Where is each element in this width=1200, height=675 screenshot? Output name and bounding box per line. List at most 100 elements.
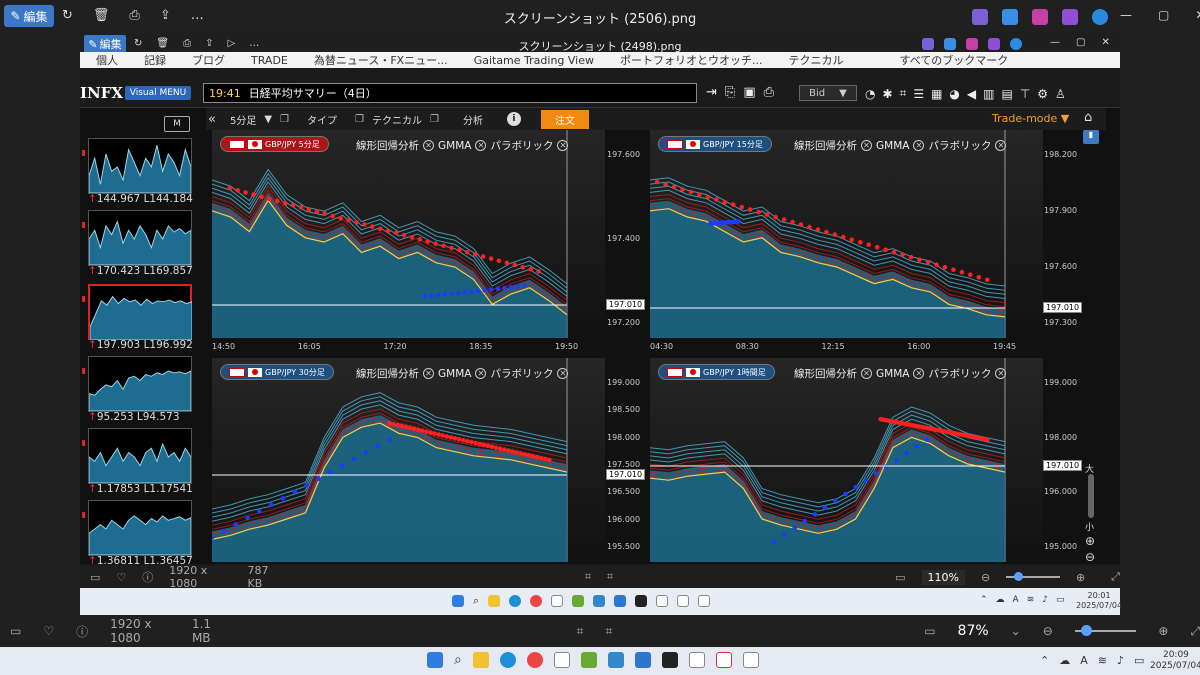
bookmark-item: テクニカル — [788, 54, 844, 67]
price-chart — [212, 358, 605, 562]
clock[interactable]: 20:09 2025/07/04 — [1150, 650, 1200, 672]
indicator-list: 線形回帰分析 ✕ GMMA ✕ パラボリック ✕ — [794, 366, 1007, 381]
ocr-icon: ⌗ — [606, 570, 614, 583]
clipchamp-icon[interactable] — [1032, 9, 1048, 25]
bug-icon: ✱ — [882, 86, 893, 101]
fullscreen-icon: ⤢ — [1111, 570, 1120, 583]
info-icon[interactable]: ⓘ — [76, 623, 88, 640]
tool-side-icon: ▮ — [1083, 130, 1099, 144]
zoom-out-icon[interactable]: ⊖ — [1043, 624, 1053, 638]
mini-chart — [88, 428, 192, 484]
crop-icon[interactable]: ⌗ — [577, 624, 584, 639]
crop-icon: ⌗ — [584, 570, 591, 583]
copilot-icon[interactable] — [972, 9, 988, 25]
minimize-icon: — — [1050, 37, 1060, 48]
chevron-down-icon: ▼ — [264, 113, 273, 125]
zoom-level[interactable]: 87% — [958, 623, 989, 639]
y-tick-label: 196.000 — [1044, 487, 1078, 497]
user-search-icon: ♙ — [1055, 86, 1066, 101]
bookmark-item: すべてのブックマーク — [899, 54, 1009, 67]
app-icon[interactable] — [607, 652, 624, 668]
hammer-icon: ⊤ — [1019, 86, 1031, 101]
pair-label: GBP/JPY 30分足 — [220, 364, 334, 380]
copy-icon: ❐ — [429, 113, 439, 125]
battery-icon[interactable]: ▭ — [1134, 654, 1144, 667]
jp-flag-icon — [686, 367, 700, 377]
edge-icon — [509, 595, 522, 607]
edit-app-icon[interactable] — [1002, 9, 1018, 25]
ime-icon[interactable]: A — [1080, 654, 1088, 667]
fit-icon[interactable]: ▭ — [924, 624, 935, 638]
designer-icon[interactable] — [1062, 9, 1078, 25]
high-value: 95.253 — [96, 411, 134, 423]
m-button: M — [164, 116, 190, 132]
onedrive-icon[interactable] — [1092, 9, 1108, 25]
y-tick-label: 197.900 — [1044, 206, 1078, 215]
y-tick-label: 196.500 — [607, 487, 641, 497]
search-icon[interactable]: ⌕ — [454, 652, 462, 668]
chevron-up-icon[interactable]: ⌃ — [1040, 654, 1049, 667]
minimize-icon[interactable]: — — [1120, 8, 1132, 22]
high-value: 144.967 — [96, 193, 141, 205]
import-icon: ⎘ — [724, 85, 736, 100]
collapse-icon: « — [208, 111, 216, 127]
zoom-slider[interactable] — [1074, 625, 1137, 636]
alert-marker — [82, 222, 85, 228]
app-icon — [635, 595, 648, 607]
heart-icon[interactable]: ♡ — [43, 624, 54, 638]
chart-toolbar: « 5分足 ▼ ❐ タイプ ❐ テクニカル ❐ 分析 i 注文 — [206, 108, 1106, 130]
inner-taskbar-apps: ⌕ — [452, 594, 711, 608]
inner-taskbar: ⌕ ⌃ ☁ A ≋ ♪ ▭ 20:01 2025/07/04 — [80, 588, 1123, 615]
indicator-list: 線形回帰分析 ✕ GMMA ✕ パラボリック ✕ — [356, 138, 569, 153]
alert-marker — [82, 512, 85, 518]
remove-indicator-icon: ✕ — [861, 368, 872, 379]
inner-clock: 20:01 2025/07/04 — [1076, 591, 1123, 610]
app-icon[interactable] — [715, 652, 732, 668]
copy-icon: ❐ — [280, 113, 290, 125]
fullscreen-icon[interactable]: ⤢ — [1190, 624, 1200, 639]
folder-icon[interactable] — [472, 652, 489, 668]
app-icon[interactable] — [661, 652, 678, 668]
bookmark-item: Gaitame Trading View — [473, 53, 594, 67]
app-icon[interactable] — [553, 652, 570, 668]
display-icon[interactable]: ▭ — [10, 624, 21, 638]
windows-icon[interactable] — [427, 652, 443, 668]
maximize-icon[interactable]: ▢ — [1158, 8, 1169, 22]
remove-indicator-icon: ✕ — [557, 140, 569, 151]
y-tick-label: 199.000 — [1044, 378, 1078, 387]
price-chart — [650, 358, 1043, 562]
indicator-regression: 線形回帰分析 — [794, 140, 857, 152]
close-icon[interactable]: ✕ — [1195, 8, 1200, 22]
alert-marker — [82, 150, 85, 156]
system-tray: ⌃ ☁ A ≋ ♪ ▭ — [1040, 654, 1144, 667]
volume-icon[interactable]: ♪ — [1117, 654, 1124, 667]
zoom-in-icon[interactable]: ⊕ — [1158, 624, 1168, 638]
remove-indicator-icon: ✕ — [557, 368, 569, 379]
y-tick-label: 195.000 — [1044, 542, 1078, 551]
chevron-down-icon[interactable]: ⌄ — [1011, 624, 1021, 638]
wifi-icon[interactable]: ≋ — [1098, 654, 1107, 667]
edge-icon[interactable] — [499, 652, 516, 668]
ocr-icon[interactable]: ⌗ — [605, 624, 612, 639]
app-icon[interactable] — [742, 652, 759, 668]
x-tick-label: 14:50 — [212, 342, 236, 351]
high-value: 1.17853 — [96, 483, 141, 495]
x-tick-label: 16:05 — [297, 342, 321, 351]
file-size: 1.1 MB — [191, 617, 212, 645]
app-icon[interactable] — [688, 652, 705, 668]
chrome-icon[interactable] — [526, 652, 543, 668]
outer-apps — [972, 9, 1108, 25]
indicator-parabolic: パラボリック — [928, 140, 992, 152]
indicator-parabolic: パラボリック — [490, 368, 554, 380]
photos-icon[interactable] — [634, 652, 651, 668]
header-tool-icons: ◔ ✱ ⌗ ☰ ▦ ◕ ◀ ▥ ▤ ⊤ ⚙ ♙ — [865, 86, 1066, 101]
info-icon: ⓘ — [142, 571, 154, 584]
app-icon[interactable] — [580, 652, 597, 668]
onedrive-icon — [1010, 38, 1022, 50]
mini-chart-values: ↑1.17853 L1.17541 — [88, 483, 193, 495]
bookmark-item: 記録 — [144, 54, 166, 67]
cloud-icon[interactable]: ☁ — [1059, 654, 1070, 667]
app-icon — [593, 595, 606, 607]
type-button: タイプ — [307, 115, 338, 127]
pair-label: GBP/JPY 1時間足 — [658, 364, 775, 380]
